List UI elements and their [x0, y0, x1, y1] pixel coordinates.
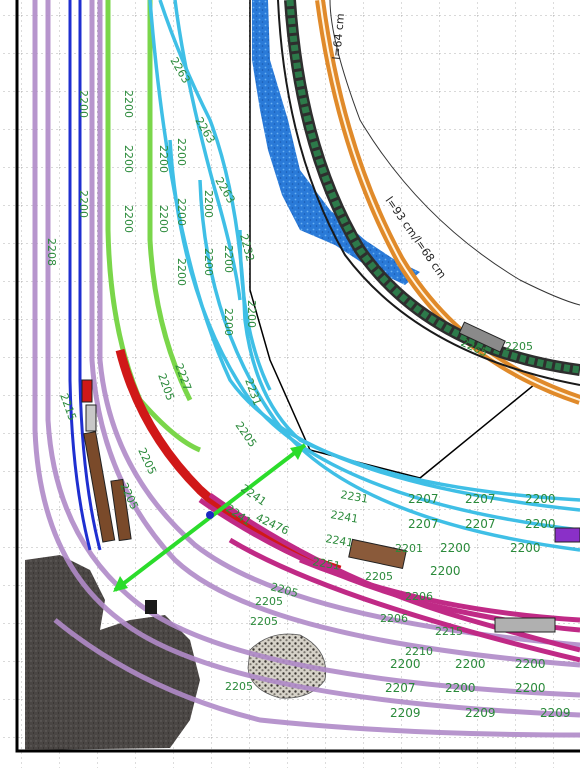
label-2205-e: 2205 [365, 570, 393, 583]
label-2200-a: 2200 [77, 90, 90, 118]
label-2200-p: 2200 [525, 492, 556, 506]
label-2200-r: 2200 [440, 541, 471, 555]
label-2200-h: 2200 [175, 138, 188, 166]
label-2200-c: 2200 [122, 90, 135, 118]
label-2206-b: 2206 [380, 612, 408, 625]
label-2200-m: 2200 [222, 245, 235, 273]
label-2200-s: 2200 [510, 541, 541, 555]
label-2207-e: 2207 [385, 681, 416, 695]
label-2200-w: 2200 [515, 657, 546, 671]
label-2200-u: 2200 [390, 657, 421, 671]
track-plan-canvas[interactable]: l=64 cm l=93 cm/l=68 cm 2200 2200 2200 2… [0, 0, 580, 768]
label-2200-q: 2200 [525, 517, 556, 531]
label-2200-l: 2200 [202, 248, 215, 276]
label-2206-a: 2206 [405, 590, 433, 603]
label-2200-d: 2200 [122, 145, 135, 173]
label-2201: 2201 [395, 542, 423, 555]
label-2209-a: 2209 [390, 706, 421, 720]
label-2207-b: 2207 [465, 492, 496, 506]
label-2200-n: 2200 [222, 308, 235, 336]
label-2207-d: 2207 [465, 517, 496, 531]
label-2205-h: 2205 [250, 615, 278, 628]
label-2205-i: 2205 [225, 680, 253, 693]
label-2209-b: 2209 [465, 706, 496, 720]
label-2200-i: 2200 [175, 198, 188, 226]
label-2200-f: 2200 [157, 145, 170, 173]
label-2200-k: 2200 [202, 190, 215, 218]
label-2207-a: 2207 [408, 492, 439, 506]
grey-rail-car-right[interactable] [494, 617, 556, 633]
label-2207-c: 2207 [408, 517, 439, 531]
label-2200-b: 2200 [77, 190, 90, 218]
label-2200-y: 2200 [515, 681, 546, 695]
label-2208: 2208 [45, 238, 58, 266]
label-2215-b: 2215 [435, 625, 463, 638]
label-2200-x: 2200 [445, 681, 476, 695]
label-2200-v: 2200 [455, 657, 486, 671]
label-2200-t: 2200 [430, 564, 461, 578]
label-2209-c: 2209 [540, 706, 571, 720]
track-plan-svg: l=64 cm l=93 cm/l=68 cm 2200 2200 2200 2… [0, 0, 580, 768]
label-2205-g: 2205 [255, 595, 283, 608]
label-2200-o: 2200 [245, 300, 258, 328]
label-2205-j: 2205 [505, 340, 533, 353]
purple-rail-car[interactable] [554, 527, 580, 543]
label-2200-e: 2200 [122, 205, 135, 233]
label-2200-j: 2200 [175, 258, 188, 286]
label-2200-g: 2200 [157, 205, 170, 233]
